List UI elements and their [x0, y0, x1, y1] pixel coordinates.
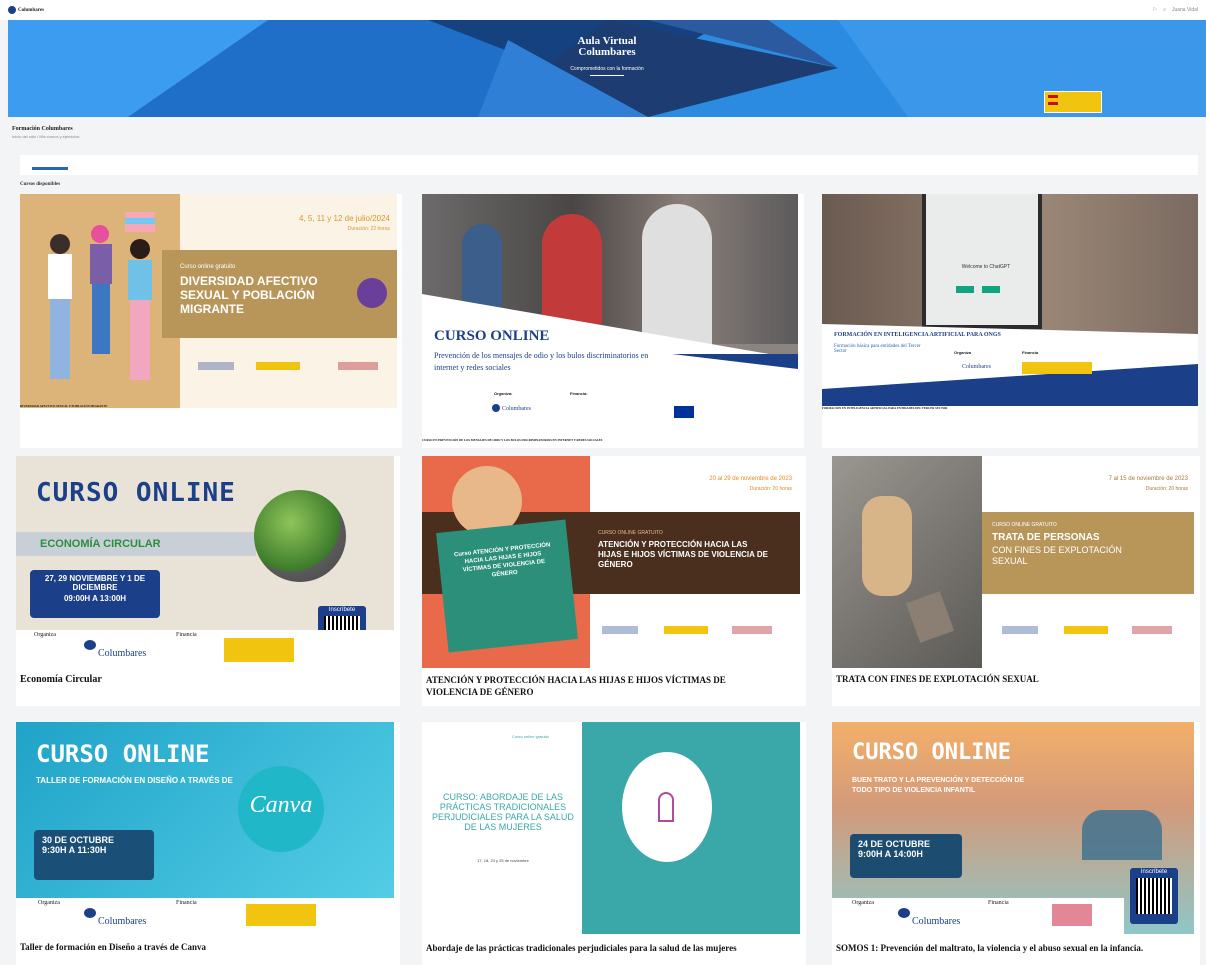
notifications-icon[interactable]: ⚐	[1153, 7, 1157, 13]
canva-logo: Canva	[238, 766, 324, 852]
funding-logo	[1052, 904, 1092, 926]
woman-icon	[658, 792, 674, 822]
eu-flag-icon	[674, 406, 694, 418]
course-card[interactable]: CURSO ONLINE TALLER DE FORMACIÓN EN DISE…	[16, 722, 400, 965]
course-banner-image[interactable]: Curso online gratuito CURSO: ABORDAJE DE…	[422, 722, 800, 934]
course-filter-panel	[20, 155, 1198, 175]
funding-logo	[1022, 362, 1092, 374]
course-card[interactable]: 7 al 15 de noviembre de 2023 Duración: 2…	[832, 456, 1200, 706]
date-box: 27, 29 NOVIEMBRE Y 1 DE DICIEMBRE 09:00H…	[30, 570, 160, 618]
search-icon[interactable]: ⌕	[1163, 7, 1166, 13]
course-banner-image[interactable]: CURSO ONLINE Prevención de los mensajes …	[422, 194, 798, 436]
children-silhouette-icon	[1082, 810, 1162, 860]
course-title[interactable]: Abordaje de las prácticas tradicionales …	[426, 942, 796, 954]
user-menu[interactable]: Juana Vidal	[1172, 7, 1198, 13]
course-card[interactable]: Welcome to ChatGPT FORMACIÓN EN INTELIGE…	[822, 194, 1198, 448]
course-duration: Duración: 22 horas	[347, 226, 390, 232]
course-card[interactable]: 4, 5, 11 y 12 de julio/2024 Duración: 22…	[20, 194, 402, 448]
course-banner-heading: CURSO ONLINE	[434, 328, 550, 344]
hero-banner: Aula Virtual Columbares Comprometidos co…	[8, 20, 1206, 117]
course-title[interactable]: SOMOS 1: Prevención del maltrato, la vio…	[836, 942, 1196, 954]
course-card[interactable]: 20 al 29 de noviembre de 2023 Duración: …	[422, 456, 806, 706]
columbares-logo-icon	[492, 404, 500, 412]
columbares-logo-icon	[84, 640, 96, 650]
course-title[interactable]: ATENCIÓN Y PROTECCIÓN HACIA LAS HIJAS E …	[426, 674, 766, 698]
course-title[interactable]: Economía Circular	[20, 674, 102, 685]
sponsor-logos	[1002, 624, 1182, 636]
course-banner-image[interactable]: CURSO ONLINE BUEN TRATO Y LA PREVENCIÓN …	[832, 722, 1194, 934]
course-card[interactable]: CURSO ONLINE Prevención de los mensajes …	[422, 194, 804, 448]
course-banner-image[interactable]: CURSO ONLINE TALLER DE FORMACIÓN EN DISE…	[16, 722, 394, 934]
spain-flag-icon	[1048, 95, 1058, 105]
course-banner-image[interactable]: 20 al 29 de noviembre de 2023 Duración: …	[422, 456, 800, 668]
course-banner-panel: Curso online gratuito DIVERSIDAD AFECTIV…	[162, 250, 397, 338]
people-illustration	[30, 204, 170, 394]
date-box: 30 DE OCTUBRE 9:30H A 11:30H	[34, 830, 154, 880]
hero-divider	[590, 75, 624, 76]
course-title[interactable]: Taller de formación en Diseño a través d…	[20, 942, 206, 952]
site-brand-name: Columbares	[18, 7, 45, 13]
course-title[interactable]: TRATA CON FINES DE EXPLOTACIÓN SEXUAL	[836, 674, 1039, 684]
course-date: 4, 5, 11 y 12 de julio/2024	[298, 214, 390, 223]
qr-code: Inscríbete	[1130, 868, 1178, 924]
course-card[interactable]: CURSO ONLINE ECONOMÍA CIRCULAR 27, 29 NO…	[16, 456, 400, 706]
course-banner-heading: CURSO ONLINE	[36, 478, 236, 508]
course-banner-image[interactable]: Welcome to ChatGPT FORMACIÓN EN INTELIGE…	[822, 194, 1198, 406]
sponsor-logos	[198, 360, 388, 374]
course-banner-text: Prevención de los mensajes de odio y los…	[434, 351, 649, 372]
course-title[interactable]: CURSO EN PREVENCIÓN DE LOS MENSAJES DE O…	[422, 438, 798, 442]
planet-graphic	[254, 490, 346, 582]
breadcrumb[interactable]: Inicio del sitio / Mis cursos y ejercici…	[12, 134, 79, 139]
course-title[interactable]: DIVERSIDAD AFECTIVO SEXUAL Y POBLACIÓN M…	[20, 404, 280, 408]
sponsor-logos	[602, 624, 792, 636]
funding-logo	[224, 638, 294, 662]
funding-logo	[246, 904, 316, 926]
course-banner-image[interactable]: CURSO ONLINE ECONOMÍA CIRCULAR 27, 29 NO…	[16, 456, 394, 664]
course-banner-heading: FORMACIÓN EN INTELIGENCIA ARTIFICIAL PAR…	[834, 332, 1001, 338]
hero-title: Aula Virtual Columbares	[577, 35, 637, 58]
section-heading: Cursos disponibles	[20, 182, 61, 187]
columbares-logo-icon	[898, 908, 910, 918]
course-title[interactable]: FORMACIÓN EN INTELIGENCIA ARTIFICIAL PAR…	[822, 406, 1198, 410]
tab-available-courses[interactable]	[32, 167, 68, 170]
course-banner-image[interactable]: 4, 5, 11 y 12 de julio/2024 Duración: 22…	[20, 194, 397, 408]
book-graphic: Curso ATENCIÓN Y PROTECCIÓN HACIA LAS HI…	[436, 519, 578, 653]
course-banner-image[interactable]: 7 al 15 de noviembre de 2023 Duración: 2…	[832, 456, 1194, 668]
columbares-logo-icon	[8, 6, 16, 14]
columbares-logo-icon	[84, 908, 96, 918]
course-banner-panel: CURSO ONLINE GRATUITO TRATA DE PERSONAS …	[982, 512, 1194, 594]
course-banner-heading: CURSO ONLINE	[36, 740, 210, 768]
course-banner-heading: CURSO ONLINE	[852, 740, 1011, 765]
page-title: Formación Columbares	[12, 126, 73, 132]
course-card[interactable]: CURSO ONLINE BUEN TRATO Y LA PREVENCIÓN …	[832, 722, 1200, 965]
hero-subtitle: Comprometidos con la formación	[570, 66, 644, 72]
seal-icon	[357, 278, 387, 308]
funding-badge	[1044, 91, 1102, 113]
top-navbar: Columbares ⚐ ⌕ Juana Vidal	[0, 0, 1206, 20]
date-box: 24 DE OCTUBRE 9:00H A 14:00H	[850, 834, 962, 878]
course-card[interactable]: Curso online gratuito CURSO: ABORDAJE DE…	[422, 722, 806, 965]
site-logo[interactable]: Columbares	[8, 6, 44, 14]
